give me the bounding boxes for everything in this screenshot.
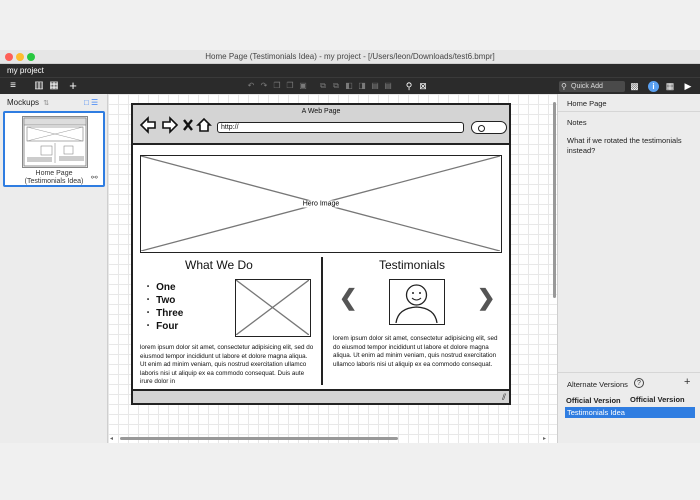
home-icon <box>196 117 212 132</box>
mockup-name-field[interactable]: Home Page <box>567 99 607 108</box>
bring-front-icon[interactable]: ◧ <box>344 80 354 92</box>
list-item: One <box>147 281 183 294</box>
browser-status-bar: ⫽ <box>133 389 509 403</box>
what-we-do-title: What We Do <box>185 258 253 272</box>
help-icon[interactable]: ? <box>634 378 644 388</box>
vertical-scroll-thumb[interactable] <box>553 102 556 298</box>
window-titlebar: Home Page (Testimonials Idea) - my proje… <box>0 50 700 64</box>
horizontal-scroll-thumb[interactable] <box>120 437 398 440</box>
divider <box>558 372 700 373</box>
stop-icon <box>183 119 193 131</box>
properties-icon[interactable]: ▦ <box>664 80 676 92</box>
quick-add-search-icon: ⚲ <box>561 82 567 91</box>
what-we-do-paragraph: lorem ipsum dolor sit amet, consectetur … <box>140 344 314 385</box>
project-bar: my project <box>0 64 700 77</box>
browser-chrome: A Web Page http:// <box>133 105 509 145</box>
image-placeholder <box>235 279 311 337</box>
search-icon[interactable]: ⚲ <box>404 80 414 92</box>
group-icon[interactable]: ⧉ <box>318 80 328 92</box>
inspector-panel: Home Page Notes What if we rotated the t… <box>557 94 700 443</box>
copy-icon[interactable]: ❐ <box>285 80 295 92</box>
toolbar: ≡ ▥ ▦ + ↶ ↷ ❐ ❐ ▣ ⧉ ⧉ ◧ ◨ ▤ ▤ ⚲ ⊠ ⚲ Quic… <box>0 77 700 94</box>
ungroup-icon[interactable]: ⧉ <box>331 80 341 92</box>
add-version-icon[interactable]: + <box>684 376 690 388</box>
unlock-icon[interactable]: ▤ <box>383 80 393 92</box>
mockup-thumbnail-home-page[interactable]: Home Page (Testimonials Idea) ⚯ <box>3 111 105 187</box>
testimonials-idea-version-item[interactable]: Testimonials Idea <box>565 407 695 418</box>
paste-icon[interactable]: ▣ <box>298 80 308 92</box>
quick-add-input[interactable]: ⚲ Quick Add <box>559 81 625 92</box>
hero-image-placeholder: Hero Image <box>140 155 502 253</box>
official-version-item[interactable]: Official Version <box>566 396 621 405</box>
url-bar[interactable]: http:// <box>217 122 464 133</box>
notes-label: Notes <box>567 118 587 127</box>
scroll-right-icon[interactable]: ▸ <box>543 435 546 442</box>
testimonial-paragraph: lorem ipsum dolor sit amet, consectetur … <box>333 335 498 368</box>
browser-window-mockup[interactable]: A Web Page http:// Hero Image What We Do… <box>131 103 511 405</box>
add-mockup-icon[interactable]: + <box>67 79 79 92</box>
column-divider <box>321 257 323 385</box>
what-we-do-list: One Two Three Four <box>147 281 183 334</box>
undo-icon[interactable]: ↶ <box>246 80 256 92</box>
notes-text[interactable]: What if we rotated the testimonials inst… <box>567 136 695 156</box>
info-icon[interactable]: i <box>648 81 659 92</box>
testimonials-title: Testimonials <box>379 258 446 272</box>
panel-toggle-icon[interactable]: ▥ <box>34 80 44 92</box>
browser-search-icon[interactable] <box>471 121 507 134</box>
list-item: Two <box>147 294 183 307</box>
resize-handle-icon[interactable]: ⫽ <box>502 392 506 403</box>
lock-icon[interactable]: ▤ <box>370 80 380 92</box>
presentation-icon[interactable]: ▶ <box>682 80 694 92</box>
project-name[interactable]: my project <box>7 66 44 75</box>
canvas-horizontal-scrollbar[interactable] <box>108 436 551 441</box>
forward-arrow-icon <box>162 116 179 134</box>
mockups-panel: Mockups ⇅ □ ☰ Home Page (Testimonials Id… <box>0 94 108 443</box>
send-back-icon[interactable]: ◨ <box>357 80 367 92</box>
hamburger-menu-icon[interactable]: ≡ <box>6 80 20 92</box>
mockup-thumbnail-label: Home Page (Testimonials Idea) <box>24 170 84 185</box>
delete-icon[interactable]: ⊠ <box>418 80 428 92</box>
window-title: Home Page (Testimonials Idea) - my proje… <box>205 52 495 61</box>
user-avatar-icon <box>395 284 438 323</box>
avatar-placeholder <box>389 279 445 325</box>
quick-add-placeholder: Quick Add <box>571 83 603 90</box>
browser-page-title: A Web Page <box>301 108 341 115</box>
sort-icon[interactable]: ⇅ <box>43 100 49 107</box>
chevron-right-icon[interactable]: ❯ <box>477 285 495 311</box>
back-arrow-icon <box>139 116 156 134</box>
chevron-left-icon[interactable]: ❮ <box>339 285 357 311</box>
library-icon[interactable]: ▩ <box>629 80 640 92</box>
list-item: Three <box>147 307 183 320</box>
mockup-thumbnail-preview <box>22 116 88 168</box>
divider <box>558 111 700 112</box>
link-icon[interactable]: ⚯ <box>91 173 98 182</box>
mockups-view-icons[interactable]: □ ☰ <box>84 98 98 107</box>
grid-view-icon[interactable]: ▦ <box>48 80 60 92</box>
official-version-item[interactable]: Official Version <box>630 395 700 404</box>
alternate-versions-label: Alternate Versions <box>567 380 628 389</box>
list-item: Four <box>147 320 183 333</box>
redo-icon[interactable]: ↷ <box>259 80 269 92</box>
scroll-left-icon[interactable]: ◂ <box>110 435 113 442</box>
hero-image-label: Hero Image <box>300 200 342 208</box>
mockups-panel-title: Mockups ⇅ <box>7 98 50 107</box>
duplicate-icon[interactable]: ❐ <box>272 80 282 92</box>
